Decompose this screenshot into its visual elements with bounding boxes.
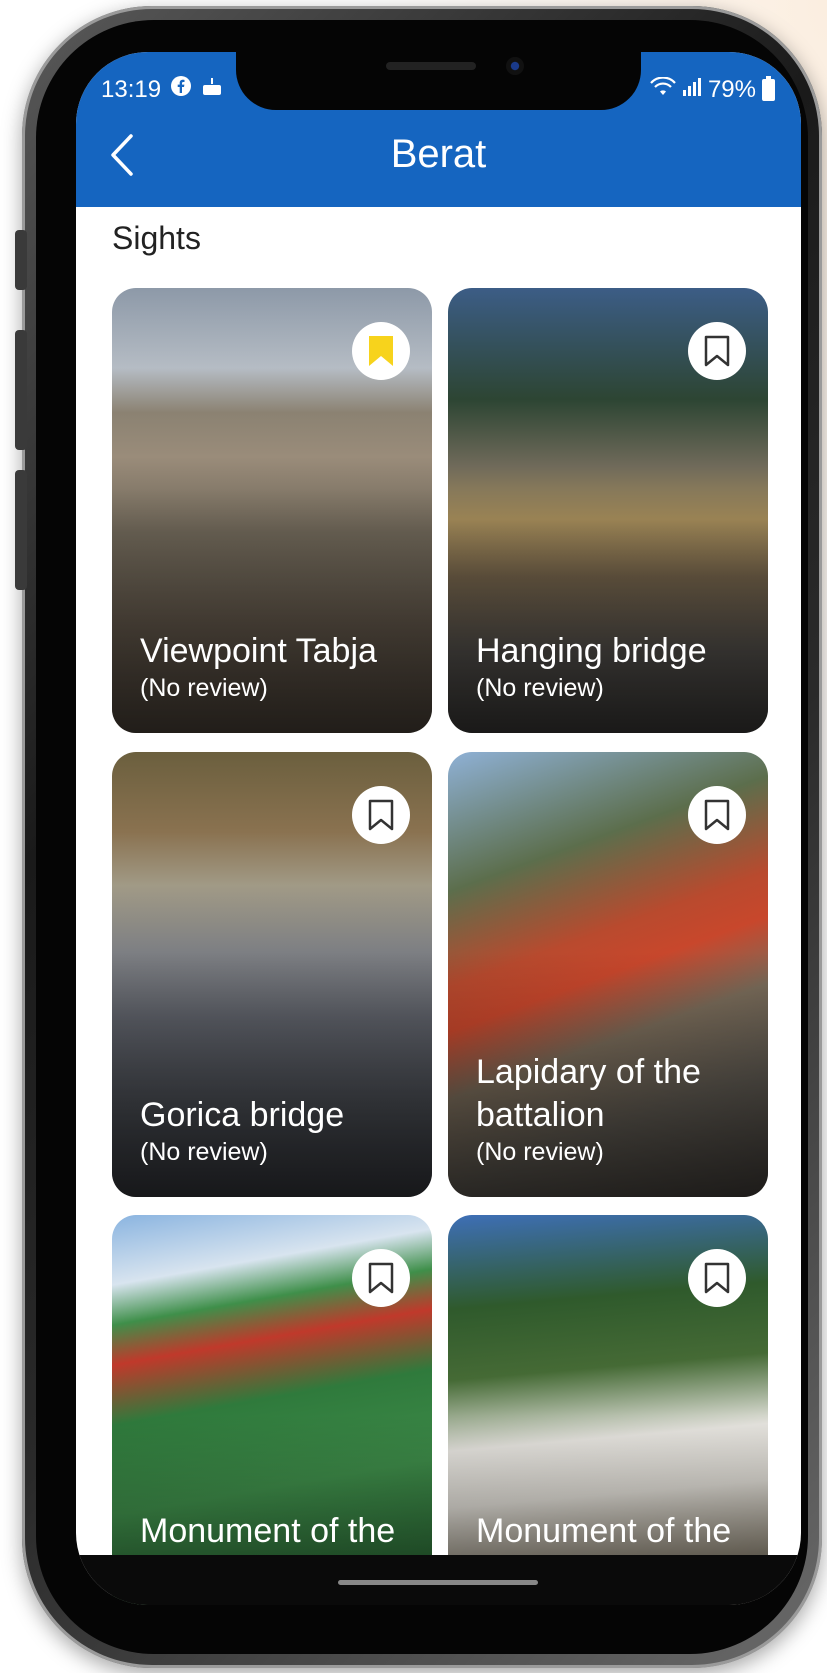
phone-screen: 13:19 79% Berat Sights Viewpoint Tabja (… xyxy=(76,52,801,1605)
bookmark-button[interactable] xyxy=(688,1249,746,1307)
sight-card[interactable]: Gorica bridge (No review) xyxy=(112,752,432,1197)
facebook-icon xyxy=(171,76,201,101)
sight-title: Viewpoint Tabja xyxy=(140,632,377,670)
bookmark-outline-icon xyxy=(704,799,730,831)
cake-icon xyxy=(201,76,223,101)
home-indicator[interactable] xyxy=(338,1580,538,1585)
bookmark-filled-icon xyxy=(369,336,393,366)
sight-title: Gorica bridge xyxy=(140,1096,345,1134)
signal-icon xyxy=(682,76,702,104)
bookmark-button[interactable] xyxy=(352,322,410,380)
volume-down-button xyxy=(15,470,27,590)
bookmark-outline-icon xyxy=(368,799,394,831)
bookmark-outline-icon xyxy=(704,335,730,367)
sight-review: (No review) xyxy=(140,1138,268,1166)
bookmark-button[interactable] xyxy=(352,1249,410,1307)
front-camera xyxy=(506,57,524,75)
sight-card[interactable]: Monument of the Martyrs of xyxy=(448,1215,768,1605)
sight-review: (No review) xyxy=(140,674,268,702)
section-title: Sights xyxy=(112,220,201,256)
earpiece-speaker xyxy=(386,62,476,70)
bookmark-button[interactable] xyxy=(352,786,410,844)
battery-icon xyxy=(762,76,775,101)
wifi-icon xyxy=(650,76,676,104)
status-right: 79% xyxy=(650,76,775,104)
bookmark-button[interactable] xyxy=(688,322,746,380)
sight-card[interactable]: Viewpoint Tabja (No review) xyxy=(112,288,432,733)
sight-title: Lapidary of the battalion xyxy=(476,1053,701,1134)
sight-title: Hanging bridge xyxy=(476,632,707,670)
sight-card[interactable]: Lapidary of the battalion (No review) xyxy=(448,752,768,1197)
camera-notch xyxy=(236,52,641,110)
battery-percent: 79% xyxy=(707,76,756,103)
sight-review: (No review) xyxy=(476,1138,604,1166)
status-notification-icons xyxy=(171,76,223,102)
sight-card[interactable]: Monument of the liberation of xyxy=(112,1215,432,1605)
home-bar-area xyxy=(76,1555,801,1605)
status-time: 13:19 xyxy=(101,76,162,103)
sight-card[interactable]: Hanging bridge (No review) xyxy=(448,288,768,733)
bookmark-button[interactable] xyxy=(688,786,746,844)
bookmark-outline-icon xyxy=(704,1262,730,1294)
mute-switch xyxy=(15,230,27,290)
app-bar: 13:19 79% Berat xyxy=(76,52,801,207)
page-title: Berat xyxy=(390,132,487,176)
bookmark-outline-icon xyxy=(368,1262,394,1294)
volume-up-button xyxy=(15,330,27,450)
sight-review: (No review) xyxy=(476,674,604,702)
